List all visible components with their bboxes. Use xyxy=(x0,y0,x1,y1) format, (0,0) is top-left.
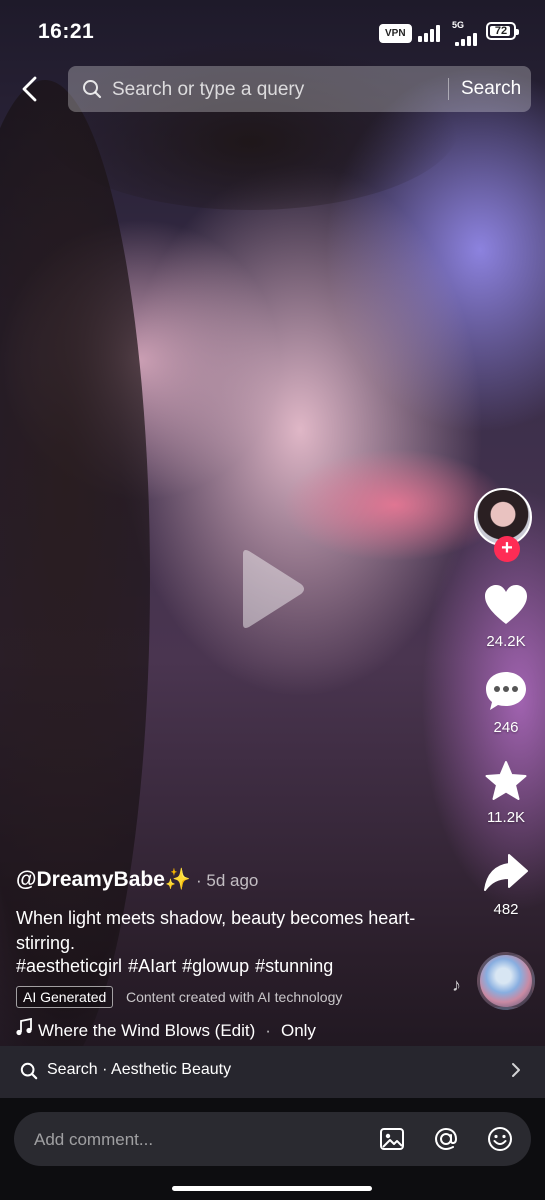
vpn-badge: VPN xyxy=(379,24,412,43)
favorite-button[interactable]: 11.2K xyxy=(478,760,534,826)
search-bar[interactable]: Search xyxy=(68,66,531,114)
like-button[interactable]: 24.2K xyxy=(478,584,534,650)
favorite-count: 11.2K xyxy=(486,809,526,826)
comment-count: 246 xyxy=(493,719,519,736)
hashtag-list: #aestheticgirl #AIart #glowup #stunning xyxy=(16,956,339,977)
music-title: Where the Wind Blows (Edit) xyxy=(38,1021,256,1040)
related-search-query: Aesthetic Beauty xyxy=(111,1061,232,1078)
video-caption: When light meets shadow, beauty becomes … xyxy=(16,908,416,953)
music-disc[interactable] xyxy=(477,952,535,1010)
comment-button[interactable]: 246 xyxy=(478,670,534,736)
related-search-label: Search xyxy=(47,1061,98,1078)
post-age: · 5d ago xyxy=(196,871,259,890)
emoji-icon[interactable] xyxy=(486,1125,514,1153)
home-indicator[interactable] xyxy=(172,1186,372,1191)
share-button[interactable]: 482 xyxy=(478,852,534,918)
wifi-signal-icon xyxy=(418,24,444,42)
search-icon xyxy=(82,79,102,104)
search-button[interactable]: Search xyxy=(461,78,521,100)
music-separator: · xyxy=(265,1021,271,1040)
share-count: 482 xyxy=(493,901,519,918)
hashtag-link[interactable]: #aestheticgirl xyxy=(16,956,122,976)
cell-signal-icon xyxy=(455,28,481,46)
battery-icon: 72 xyxy=(486,22,519,40)
comment-input[interactable] xyxy=(32,1112,366,1168)
search-divider xyxy=(448,78,449,100)
video-feed-screen: 16:21 VPN 5G 72 Search + xyxy=(0,0,545,1200)
comment-icon xyxy=(484,672,528,716)
hashtag-link[interactable]: #AIart xyxy=(128,956,176,976)
star-icon xyxy=(484,761,528,806)
share-icon xyxy=(483,854,529,898)
related-search-separator: · xyxy=(102,1061,108,1078)
image-icon[interactable] xyxy=(378,1125,406,1153)
back-icon[interactable] xyxy=(16,74,46,104)
play-icon[interactable] xyxy=(237,548,307,630)
follow-button[interactable]: + xyxy=(494,536,520,562)
music-info[interactable]: Where the Wind Blows (Edit) · Only xyxy=(16,1017,316,1041)
status-bar: 16:21 VPN 5G 72 xyxy=(0,0,545,64)
chevron-right-icon xyxy=(509,1060,523,1085)
at-icon[interactable] xyxy=(432,1125,460,1153)
search-icon xyxy=(20,1062,38,1085)
search-input[interactable] xyxy=(110,66,434,114)
ai-disclosure-text: Content created with AI technology xyxy=(126,989,343,1005)
like-count: 24.2K xyxy=(486,633,526,650)
status-time: 16:21 xyxy=(38,20,95,43)
author-handle[interactable]: @DreamyBabe✨ xyxy=(16,868,191,892)
music-note-icon xyxy=(16,1017,38,1041)
music-artist: Only xyxy=(280,1021,316,1040)
hashtag-link[interactable]: #stunning xyxy=(255,956,333,976)
related-search-bar[interactable]: Search · Aesthetic Beauty xyxy=(0,1046,545,1098)
hashtag-link[interactable]: #glowup xyxy=(182,956,249,976)
battery-level: 72 xyxy=(494,25,508,37)
related-search-text: Search · Aesthetic Beauty xyxy=(47,1061,231,1079)
music-notes-icon: ♪ xyxy=(452,975,461,995)
ai-generated-badge: AI Generated xyxy=(16,986,114,1008)
heart-icon xyxy=(484,585,528,630)
